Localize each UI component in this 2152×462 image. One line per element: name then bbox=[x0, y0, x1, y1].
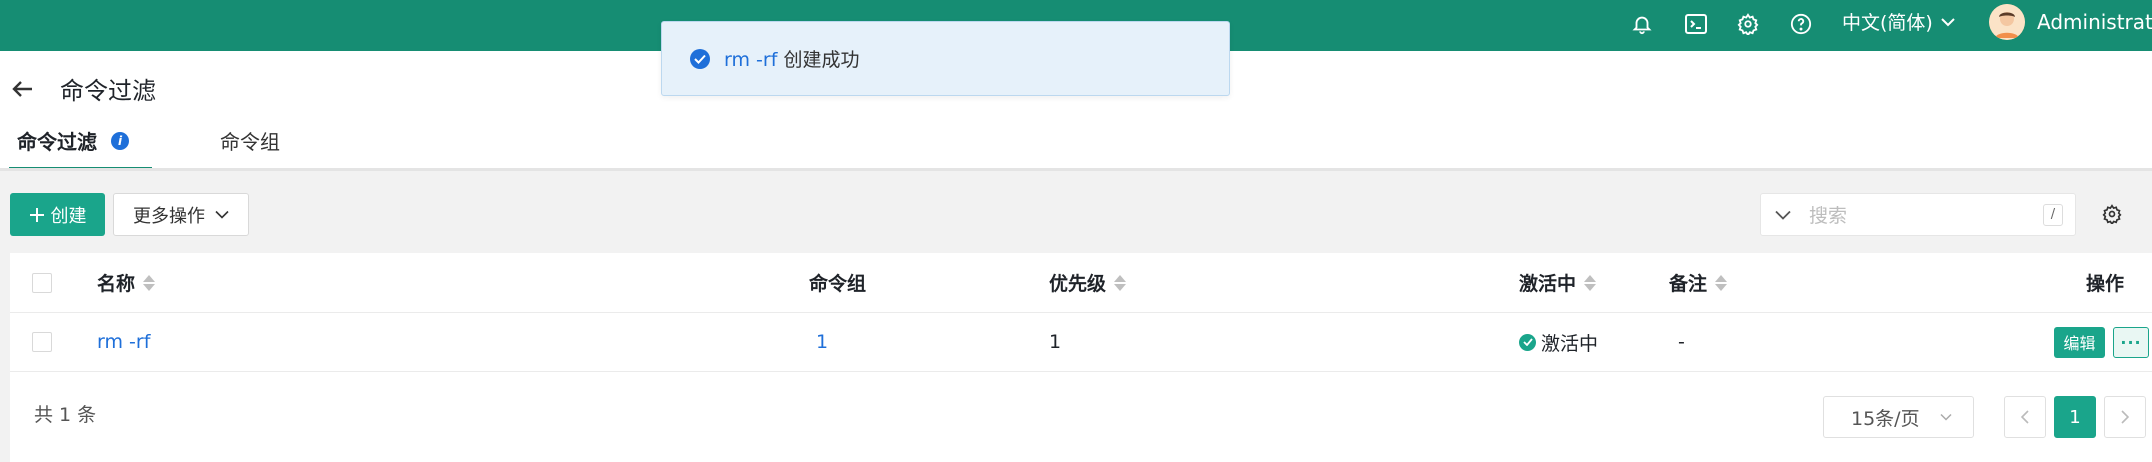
page-size-select[interactable]: 15条/页 bbox=[1823, 396, 1974, 438]
chevron-left-icon bbox=[2021, 410, 2029, 424]
row-checkbox[interactable] bbox=[32, 332, 52, 352]
avatar bbox=[1989, 4, 2025, 40]
more-actions-label: 更多操作 bbox=[133, 205, 205, 227]
row-priority: 1 bbox=[1049, 331, 1062, 353]
command-filter-table: 名称 命令组 优先级 激活中 备注 操作 rm -rf 1 1 激活中 - 编辑… bbox=[10, 253, 2152, 372]
row-comment: - bbox=[1678, 331, 1685, 353]
column-header-actions: 操作 bbox=[2086, 273, 2125, 295]
select-all-checkbox[interactable] bbox=[32, 272, 52, 293]
chevron-down-icon bbox=[215, 210, 229, 219]
table-settings-icon[interactable] bbox=[2097, 199, 2127, 229]
plus-icon bbox=[29, 207, 44, 222]
help-icon[interactable] bbox=[1786, 9, 1816, 39]
column-header-name[interactable]: 名称 bbox=[97, 253, 156, 312]
tab-label: 命令组 bbox=[220, 130, 280, 154]
check-circle-icon bbox=[1519, 333, 1536, 351]
tab-command-filter[interactable]: 命令过滤 i bbox=[17, 126, 129, 155]
sort-icon[interactable] bbox=[143, 274, 156, 291]
check-circle-icon bbox=[690, 48, 710, 69]
row-actions: 编辑 ··· bbox=[2054, 313, 2149, 371]
back-arrow-icon[interactable] bbox=[10, 76, 36, 102]
edit-button[interactable]: 编辑 bbox=[2054, 326, 2105, 358]
chevron-down-icon[interactable] bbox=[1775, 210, 1791, 220]
next-page-button[interactable] bbox=[2104, 396, 2146, 438]
sort-icon[interactable] bbox=[1584, 274, 1597, 291]
divider bbox=[0, 168, 2152, 171]
terminal-icon[interactable] bbox=[1681, 9, 1711, 39]
table-header: 名称 命令组 优先级 激活中 备注 操作 bbox=[10, 253, 2152, 313]
page-size-label: 15条/页 bbox=[1851, 407, 1920, 430]
sort-icon[interactable] bbox=[1114, 274, 1127, 291]
gear-icon[interactable] bbox=[1733, 9, 1763, 39]
chevron-down-icon bbox=[1941, 17, 1955, 26]
chevron-down-icon bbox=[1940, 413, 1952, 421]
success-toast: rm -rf 创建成功 bbox=[661, 21, 1230, 96]
toast-item-name: rm -rf bbox=[724, 49, 778, 71]
row-command-group-link[interactable]: 1 bbox=[816, 313, 828, 371]
language-selector[interactable]: 中文(简体) bbox=[1842, 0, 1955, 43]
prev-page-button[interactable] bbox=[2004, 396, 2046, 438]
search-placeholder: 搜索 bbox=[1809, 205, 1848, 227]
create-button[interactable]: 创建 bbox=[10, 193, 105, 236]
column-header-active[interactable]: 激活中 bbox=[1519, 253, 1597, 312]
tab-label: 命令过滤 bbox=[17, 130, 97, 154]
page-button-current[interactable]: 1 bbox=[2054, 396, 2096, 438]
bell-icon[interactable] bbox=[1627, 9, 1657, 39]
row-name-link[interactable]: rm -rf bbox=[97, 313, 150, 371]
column-header-priority[interactable]: 优先级 bbox=[1049, 253, 1127, 312]
search-input[interactable]: 搜索 / bbox=[1760, 193, 2076, 236]
tab-command-group[interactable]: 命令组 bbox=[220, 126, 280, 155]
column-header-comment[interactable]: 备注 bbox=[1669, 253, 1728, 312]
info-icon[interactable]: i bbox=[111, 131, 129, 150]
chevron-right-icon bbox=[2121, 410, 2129, 424]
page-title: 命令过滤 bbox=[60, 77, 156, 105]
more-options-button[interactable]: ··· bbox=[2113, 326, 2149, 358]
more-actions-button[interactable]: 更多操作 bbox=[113, 193, 249, 236]
toast-message: 创建成功 bbox=[783, 49, 860, 71]
active-label: 激活中 bbox=[1541, 332, 1599, 355]
user-menu[interactable]: Administrator bbox=[1989, 4, 2152, 40]
create-label: 创建 bbox=[50, 205, 87, 227]
language-label: 中文(简体) bbox=[1842, 12, 1933, 34]
shortcut-hint: / bbox=[2043, 203, 2063, 226]
username: Administrator bbox=[2037, 10, 2152, 34]
table-footer: 共 1 条 15条/页 1 bbox=[10, 372, 2152, 462]
table-row: rm -rf 1 1 激活中 - 编辑 ··· bbox=[10, 313, 2152, 372]
column-header-command-group: 命令组 bbox=[809, 273, 867, 295]
row-active-status: 激活中 bbox=[1519, 313, 1598, 371]
sort-icon[interactable] bbox=[1715, 274, 1728, 291]
total-count: 共 1 条 bbox=[34, 404, 97, 426]
